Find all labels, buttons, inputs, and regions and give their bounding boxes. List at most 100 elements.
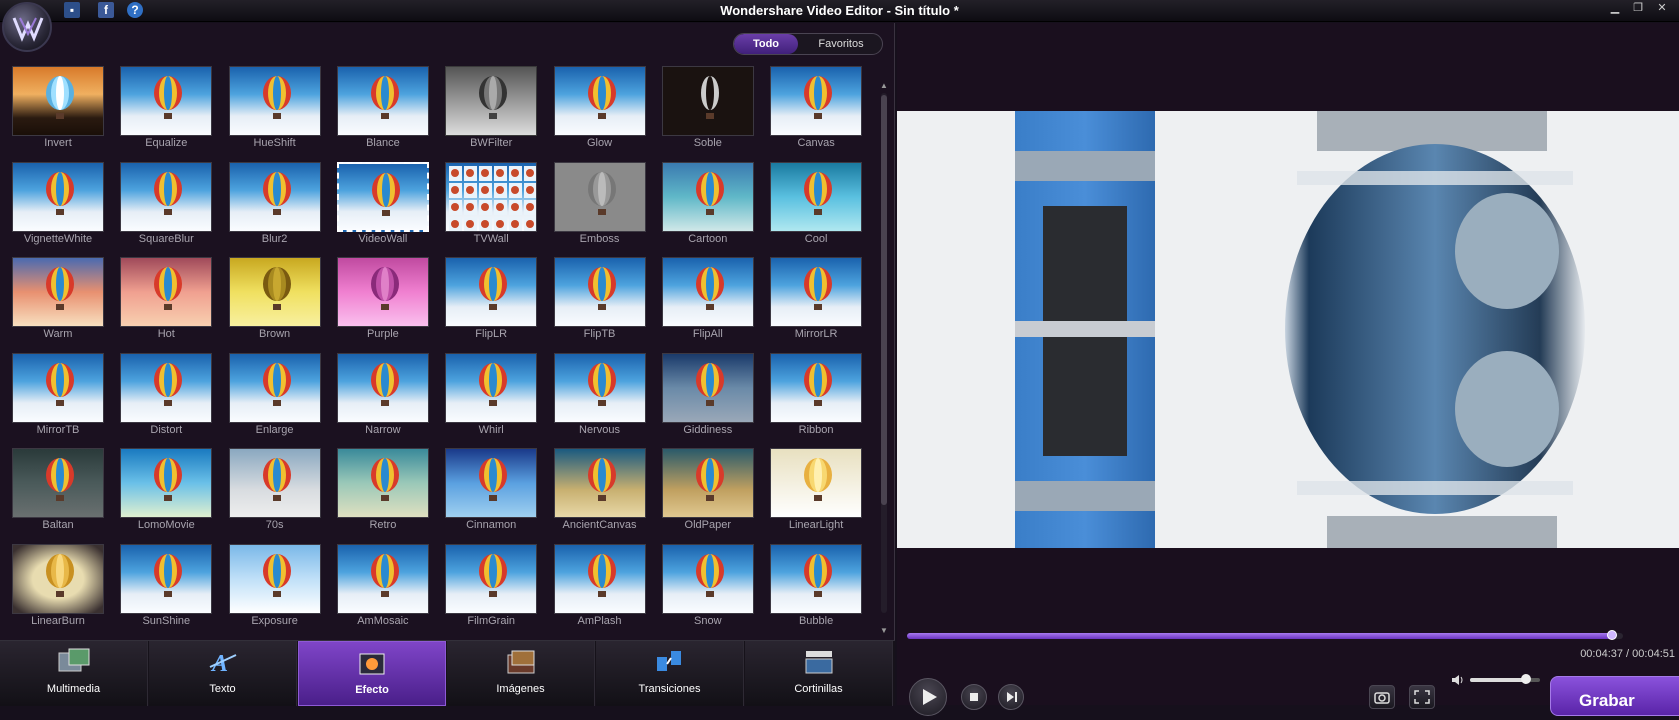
fullscreen-button[interactable] bbox=[1409, 685, 1435, 709]
effect-tile[interactable]: Hot bbox=[120, 257, 213, 347]
effect-tile[interactable]: Whirl bbox=[445, 352, 538, 443]
title-bar: ▪ f ? Wondershare Video Editor - Sin tít… bbox=[0, 0, 1679, 22]
effect-tile[interactable]: Cinnamon bbox=[445, 448, 538, 538]
tab-todo[interactable]: Todo bbox=[734, 34, 798, 54]
scroll-down-icon[interactable]: ▼ bbox=[879, 626, 889, 635]
app-logo[interactable] bbox=[2, 2, 52, 52]
effect-tile[interactable]: LomoMovie bbox=[120, 448, 213, 538]
record-button[interactable]: Grabar bbox=[1550, 676, 1679, 716]
effect-tile[interactable]: SunShine bbox=[120, 543, 213, 634]
effect-tile[interactable]: AmMosaic bbox=[336, 543, 429, 634]
effect-label: Canvas bbox=[797, 137, 835, 149]
effect-tile[interactable]: Narrow bbox=[336, 352, 429, 443]
balloon-image bbox=[804, 267, 833, 310]
effect-tile[interactable]: FlipTB bbox=[553, 257, 646, 347]
volume-handle[interactable] bbox=[1521, 674, 1531, 684]
progress-handle[interactable] bbox=[1607, 630, 1618, 640]
effect-tile[interactable]: VideoWall bbox=[336, 161, 429, 252]
effect-tile[interactable]: Invert bbox=[12, 66, 104, 156]
effect-label: AmMosaic bbox=[357, 614, 409, 627]
effect-label: Exposure bbox=[251, 614, 298, 627]
tab-cortinillas[interactable]: Cortinillas bbox=[745, 641, 893, 706]
effect-thumbnail bbox=[553, 161, 646, 232]
effect-tile[interactable]: Glow bbox=[553, 66, 646, 156]
effect-tile[interactable]: Cartoon bbox=[661, 161, 754, 252]
tab-favoritos[interactable]: Favoritos bbox=[800, 34, 882, 54]
tab-imagenes[interactable]: Imágenes bbox=[447, 641, 595, 706]
effect-thumbnail bbox=[12, 543, 104, 614]
effect-tile[interactable]: TVWall bbox=[445, 161, 538, 252]
next-frame-button[interactable] bbox=[998, 684, 1024, 710]
effect-label: Distort bbox=[150, 423, 183, 436]
effect-thumbnail bbox=[553, 257, 646, 327]
effect-tile[interactable]: Blance bbox=[336, 66, 429, 156]
stop-icon bbox=[970, 693, 978, 701]
effect-tile[interactable]: Blur2 bbox=[228, 161, 321, 252]
effect-tile[interactable]: Canvas bbox=[770, 66, 863, 156]
effect-label: FlipAll bbox=[692, 328, 723, 340]
effect-tile[interactable]: Exposure bbox=[228, 543, 321, 634]
effect-tile[interactable]: LinearBurn bbox=[12, 543, 104, 634]
effect-tile[interactable]: Soble bbox=[661, 66, 754, 156]
effect-tile[interactable]: Bubble bbox=[770, 543, 863, 634]
effect-tile[interactable]: Baltan bbox=[12, 448, 104, 538]
effect-tile[interactable]: Distort bbox=[120, 352, 213, 443]
effect-tile[interactable]: BWFilter bbox=[445, 66, 538, 156]
effect-tile[interactable]: OldPaper bbox=[661, 448, 754, 538]
minimize-button[interactable]: ▁ bbox=[1605, 1, 1625, 15]
effect-tile[interactable]: Giddiness bbox=[661, 352, 754, 443]
filter-toggle: Todo Favoritos bbox=[733, 33, 883, 55]
playback-progress[interactable] bbox=[907, 630, 1623, 640]
effect-tile[interactable]: Snow bbox=[661, 543, 754, 634]
effect-tile[interactable]: FilmGrain bbox=[445, 543, 538, 634]
effect-tile[interactable]: Retro bbox=[336, 448, 429, 538]
volume-control[interactable] bbox=[1450, 673, 1560, 687]
effect-tile[interactable]: 70s bbox=[228, 448, 321, 538]
stop-button[interactable] bbox=[961, 684, 987, 710]
scroll-up-icon[interactable]: ▲ bbox=[879, 81, 889, 90]
effect-tile[interactable]: Ribbon bbox=[770, 352, 863, 443]
effect-tile[interactable]: Nervous bbox=[553, 352, 646, 443]
effect-tile[interactable]: MirrorLR bbox=[770, 257, 863, 347]
effect-label: VideoWall bbox=[358, 232, 408, 245]
effect-tile[interactable]: Brown bbox=[228, 257, 321, 347]
effect-tile[interactable]: MirrorTB bbox=[12, 352, 104, 443]
effect-tile[interactable]: FlipLR bbox=[445, 257, 538, 347]
effects-scrollbar[interactable]: ▲ ▼ bbox=[879, 81, 889, 641]
effect-tile[interactable]: Warm bbox=[12, 257, 104, 347]
effect-tile[interactable]: Cool bbox=[770, 161, 863, 252]
speaker-icon[interactable] bbox=[1450, 673, 1466, 687]
balloon-image bbox=[587, 362, 616, 406]
effect-tile[interactable]: FlipAll bbox=[661, 257, 754, 347]
tab-texto[interactable]: A Texto bbox=[149, 641, 297, 706]
effect-thumbnail bbox=[228, 543, 321, 614]
balloon-image bbox=[370, 553, 399, 597]
effect-tile[interactable]: VignetteWhite bbox=[12, 161, 104, 252]
close-button[interactable]: ✕ bbox=[1652, 1, 1672, 15]
balloon-image bbox=[46, 171, 74, 215]
tab-multimedia[interactable]: Multimedia bbox=[0, 641, 148, 706]
effect-tile[interactable]: HueShift bbox=[228, 66, 321, 156]
effect-tile[interactable]: Enlarge bbox=[228, 352, 321, 443]
effect-tile[interactable]: Emboss bbox=[553, 161, 646, 252]
effect-thumbnail bbox=[120, 543, 213, 614]
effect-label: AncientCanvas bbox=[562, 519, 637, 531]
effect-thumbnail bbox=[553, 448, 646, 518]
effect-tile[interactable]: LinearLight bbox=[770, 448, 863, 538]
play-button[interactable] bbox=[909, 678, 947, 716]
balloon-image bbox=[587, 458, 616, 501]
effect-tile[interactable]: Equalize bbox=[120, 66, 213, 156]
tab-efecto[interactable]: Efecto bbox=[298, 641, 446, 706]
scroll-thumb[interactable] bbox=[881, 95, 887, 505]
effect-label: OldPaper bbox=[684, 519, 732, 531]
effect-tile[interactable]: AmPlash bbox=[553, 543, 646, 634]
effect-tile[interactable]: AncientCanvas bbox=[553, 448, 646, 538]
effect-thumbnail bbox=[120, 352, 213, 423]
effect-tile[interactable]: Purple bbox=[336, 257, 429, 347]
snapshot-button[interactable] bbox=[1369, 685, 1395, 709]
tab-transiciones[interactable]: Transiciones bbox=[596, 641, 744, 706]
restore-button[interactable]: ❐ bbox=[1628, 1, 1648, 15]
effect-thumbnail bbox=[661, 543, 754, 614]
play-icon bbox=[923, 689, 937, 705]
effect-tile[interactable]: SquareBlur bbox=[120, 161, 213, 252]
